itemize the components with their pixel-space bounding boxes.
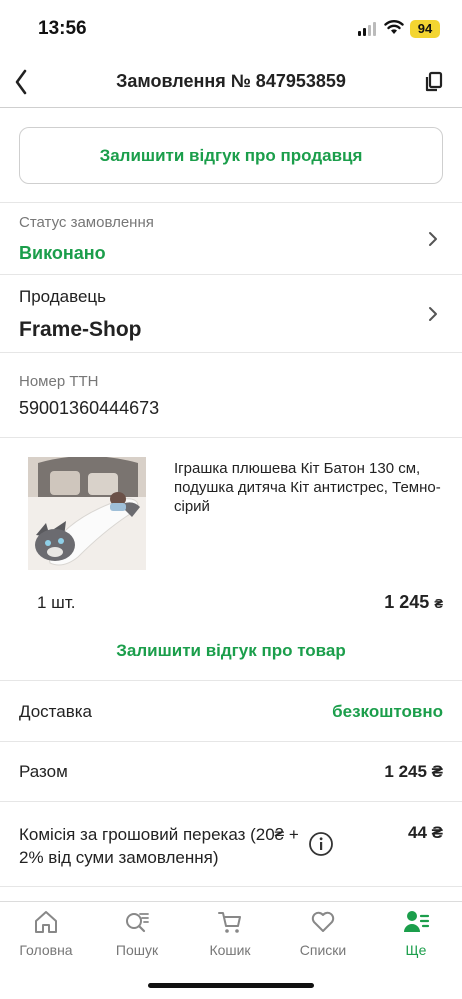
home-indicator bbox=[148, 983, 314, 988]
heart-icon bbox=[311, 911, 335, 932]
back-button[interactable] bbox=[6, 62, 42, 102]
tab-search[interactable]: Пошук bbox=[97, 908, 177, 958]
copy-button[interactable] bbox=[418, 66, 450, 98]
product-name[interactable]: Іграшка плюшева Кіт Батон 130 см, подушк… bbox=[174, 459, 444, 516]
tab-more[interactable]: Ще bbox=[376, 908, 456, 958]
tab-home[interactable]: Головна bbox=[6, 908, 86, 958]
divider bbox=[0, 801, 462, 802]
wifi-icon bbox=[384, 20, 404, 34]
page-title: Замовлення № 847953859 bbox=[116, 71, 346, 91]
tab-label: Кошик bbox=[209, 942, 251, 958]
copy-icon bbox=[425, 71, 443, 92]
delivery-label: Доставка bbox=[19, 702, 93, 721]
delivery-value: безкоштовно bbox=[332, 702, 443, 721]
currency-symbol: ₴ bbox=[434, 596, 443, 611]
product-quantity: 1 шт. bbox=[37, 593, 76, 612]
tab-label: Списки bbox=[299, 942, 347, 958]
tab-label: Головна bbox=[19, 942, 73, 958]
chevron-right-icon bbox=[429, 232, 437, 246]
home-icon bbox=[35, 911, 57, 933]
divider bbox=[0, 274, 462, 275]
seller-label: Продавець bbox=[19, 287, 107, 306]
divider bbox=[0, 886, 462, 887]
app-header: Замовлення № 847953859 bbox=[0, 56, 462, 108]
divider bbox=[0, 352, 462, 353]
tab-label: Пошук bbox=[115, 942, 159, 958]
status-bar: 13:56 94 bbox=[0, 0, 462, 56]
seller-name: Frame-Shop bbox=[19, 318, 142, 341]
fee-label: Комісія за грошовий переказ (20₴ + 2% ві… bbox=[19, 825, 299, 867]
search-icon bbox=[126, 913, 149, 933]
product-price: 1 245 ₴ bbox=[384, 592, 443, 613]
order-status-value: Виконано bbox=[19, 243, 106, 263]
product-review-button[interactable]: Залишити відгук про товар bbox=[0, 641, 462, 661]
product-image[interactable] bbox=[28, 457, 146, 570]
order-status-label: Статус замовлення bbox=[19, 214, 154, 231]
ttn-label: Номер ТТН bbox=[19, 373, 99, 390]
battery-indicator: 94 bbox=[410, 20, 440, 38]
total-label: Разом bbox=[19, 762, 68, 781]
info-button[interactable] bbox=[308, 831, 334, 857]
divider bbox=[0, 437, 462, 438]
divider bbox=[0, 680, 462, 681]
chevron-left-icon bbox=[15, 69, 27, 95]
fee-value: 44 ₴ bbox=[408, 823, 443, 842]
divider bbox=[0, 741, 462, 742]
tab-label: Ще bbox=[405, 942, 427, 958]
seller-review-button[interactable]: Залишити відгук про продавця bbox=[19, 127, 443, 184]
profile-menu-icon bbox=[404, 911, 430, 932]
product-photo bbox=[28, 457, 146, 570]
tab-lists[interactable]: Списки bbox=[283, 908, 363, 958]
chevron-right-icon bbox=[429, 307, 437, 321]
cart-icon bbox=[218, 912, 241, 933]
ttn-value: 59001360444673 bbox=[19, 398, 160, 418]
divider bbox=[0, 202, 462, 203]
product-price-value: 1 245 bbox=[384, 592, 430, 612]
status-time: 13:56 bbox=[38, 18, 87, 39]
total-value: 1 245 ₴ bbox=[384, 762, 443, 781]
signal-icon bbox=[358, 22, 378, 36]
info-icon bbox=[309, 832, 333, 856]
tab-cart[interactable]: Кошик bbox=[190, 908, 270, 958]
